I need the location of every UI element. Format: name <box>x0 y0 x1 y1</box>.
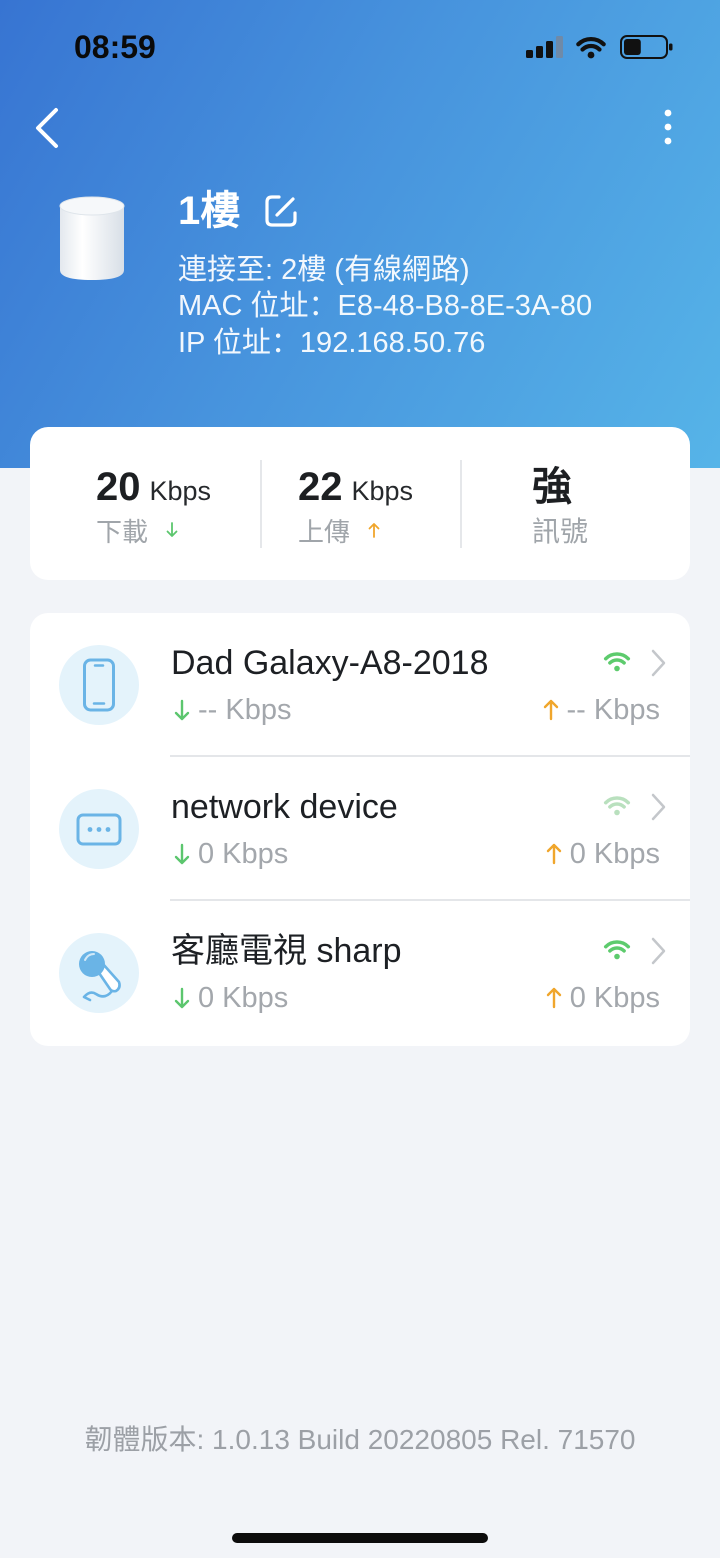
download-arrow-icon <box>174 699 190 721</box>
signal-label-group: 訊號 <box>532 513 588 547</box>
upload-arrow-icon <box>543 699 558 721</box>
mac-address: MAC 位址：E8-48-B8-8E-3A-80 <box>178 290 593 322</box>
signal-strength-value: 強 <box>532 465 572 509</box>
microphone-icon <box>79 951 121 1002</box>
client-download-rate: -- Kbps <box>174 692 291 728</box>
client-download-rate: 0 Kbps <box>174 836 288 872</box>
client-upload-value: -- Kbps <box>566 693 660 726</box>
wifi-signal-icon <box>603 652 631 672</box>
client-download-rate: 0 Kbps <box>174 980 288 1016</box>
stats-divider <box>260 460 262 548</box>
upload-label: 上傳 <box>298 516 351 547</box>
upload-rate: 22 Kbps <box>298 463 413 511</box>
upload-rate-unit: Kbps <box>351 476 414 506</box>
connected-to: 連接至: 2樓 (有線網路) <box>178 254 470 286</box>
client-download-value: -- Kbps <box>198 693 292 726</box>
client-icon-circle <box>59 789 139 869</box>
download-rate: 20 Kbps <box>96 463 211 511</box>
wifi-signal-icon <box>603 940 631 960</box>
firmware-version: 韌體版本: 1.0.13 Build 20220805 Rel. 71570 <box>84 1424 636 1455</box>
wifi-icon <box>576 36 606 59</box>
stats-card: 20 Kbps 下載 22 Kbps 上傳 強 訊號 <box>30 427 690 580</box>
client-upload-rate: 0 Kbps <box>546 980 660 1016</box>
upload-arrow-icon <box>546 843 561 865</box>
chevron-right-icon <box>651 937 666 965</box>
chevron-right-icon <box>651 793 666 821</box>
client-name: 客廳電視 sharp <box>171 932 402 970</box>
download-label: 下載 <box>96 516 149 547</box>
chevron-right-icon <box>651 649 666 677</box>
more-vertical-icon[interactable] <box>656 104 680 150</box>
client-row[interactable]: Dad Galaxy-A8-2018 -- Kbps -- Kbps <box>30 613 690 757</box>
upload-arrow-icon <box>368 523 380 538</box>
client-upload-rate: 0 Kbps <box>546 836 660 872</box>
home-indicator[interactable] <box>232 1533 488 1543</box>
signal-strength: 強 <box>532 463 572 511</box>
battery-fill <box>624 39 641 55</box>
edit-icon[interactable] <box>262 192 300 230</box>
router-image <box>59 196 125 280</box>
client-upload-value: 0 Kbps <box>569 981 660 1014</box>
client-upload-value: 0 Kbps <box>569 837 660 870</box>
status-time: 08:59 <box>74 29 156 65</box>
signal-label: 訊號 <box>532 516 589 547</box>
client-row[interactable]: network device 0 Kbps 0 Kbps <box>30 757 690 901</box>
download-rate-unit: Kbps <box>149 476 212 506</box>
battery-icon <box>620 35 673 59</box>
device-name: 1樓 <box>178 189 241 233</box>
back-button[interactable] <box>30 104 70 152</box>
download-rate-value: 20 <box>96 465 141 509</box>
stats-divider <box>460 460 462 548</box>
client-row[interactable]: 客廳電視 sharp 0 Kbps 0 Kbps <box>30 901 690 1045</box>
ip-address: IP 位址：192.168.50.76 <box>178 327 486 359</box>
upload-label-group: 上傳 <box>298 513 380 547</box>
download-arrow-icon <box>166 522 178 537</box>
client-download-value: 0 Kbps <box>198 981 289 1014</box>
client-name: network device <box>171 788 398 826</box>
download-arrow-icon <box>174 987 190 1009</box>
cellular-signal-icon <box>526 36 563 58</box>
client-upload-rate: -- Kbps <box>543 692 660 728</box>
download-label-group: 下載 <box>96 513 178 547</box>
client-icon-circle <box>59 933 139 1013</box>
client-icon-circle <box>59 645 139 725</box>
upload-rate-value: 22 <box>298 465 343 509</box>
upload-arrow-icon <box>546 987 561 1009</box>
client-download-value: 0 Kbps <box>198 837 289 870</box>
download-arrow-icon <box>174 843 190 865</box>
wifi-signal-icon <box>603 796 631 816</box>
phone-icon <box>83 658 115 712</box>
client-name: Dad Galaxy-A8-2018 <box>171 644 489 682</box>
network-device-icon <box>76 813 122 846</box>
client-list: Dad Galaxy-A8-2018 -- Kbps -- Kbps netwo… <box>30 613 690 1046</box>
